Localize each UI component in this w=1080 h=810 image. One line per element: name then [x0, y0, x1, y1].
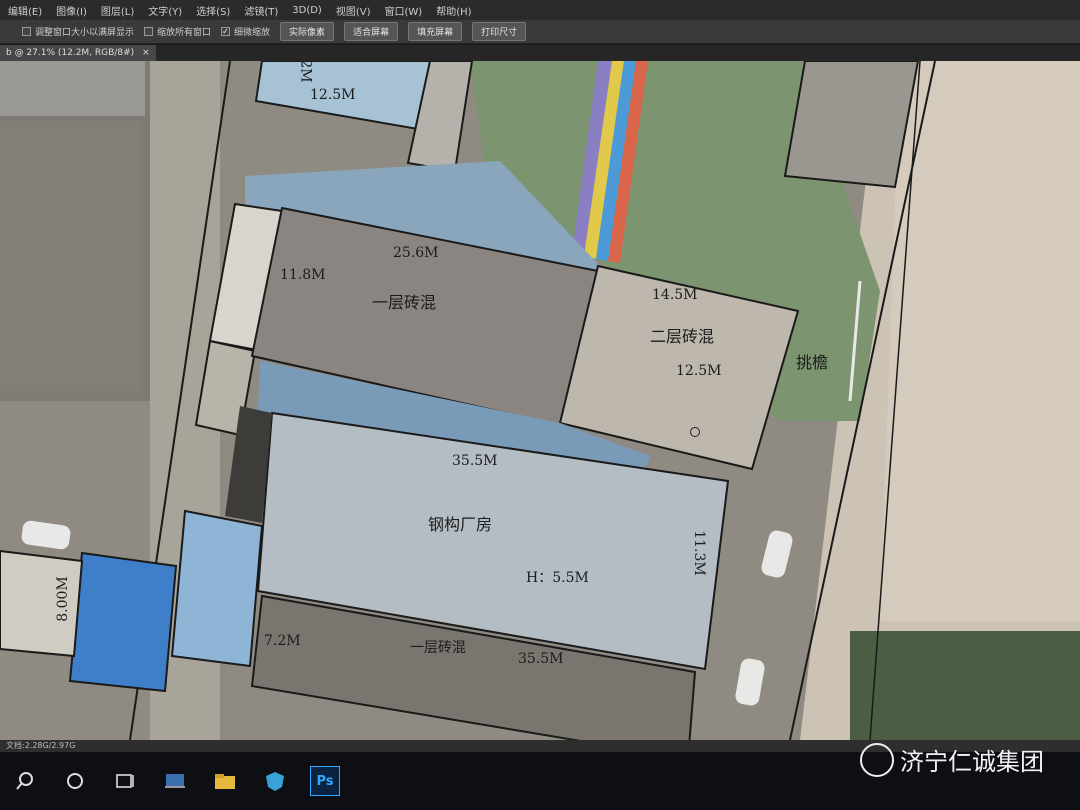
- print-size-button[interactable]: 打印尺寸: [472, 22, 527, 41]
- label-top-rotated: 2M: [297, 61, 314, 83]
- watermark: 济宁仁诚集团: [860, 742, 1044, 777]
- menu-help[interactable]: 帮助(H): [436, 3, 471, 18]
- label-steel-height: H：5.5M: [526, 570, 589, 586]
- doc-size-status: 文档:2.28G/2.97G: [6, 741, 76, 750]
- document-tab[interactable]: b @ 27.1% (12.2M, RGB/8#) ×: [0, 45, 156, 61]
- fit-screen-button[interactable]: 适合屏幕: [344, 22, 399, 41]
- menu-image[interactable]: 图像(I): [56, 3, 87, 18]
- menu-type[interactable]: 文字(Y): [148, 3, 182, 18]
- aerial-map: [0, 61, 1080, 740]
- document-title: b @ 27.1% (12.2M, RGB/8#): [6, 48, 135, 58]
- defender-icon[interactable]: [260, 766, 290, 796]
- options-bar: 调整窗口大小以满屏显示 缩放所有窗口 ✓ 细微缩放 实际像素 适合屏幕 填充屏幕…: [0, 20, 1080, 44]
- label-steel-type: 钢构厂房: [428, 515, 493, 534]
- menu-select[interactable]: 选择(S): [196, 3, 230, 18]
- checkbox-label: 缩放所有窗口: [157, 28, 212, 38]
- menu-3d[interactable]: 3D(D): [292, 5, 322, 16]
- label-building2-depth: 12.5M: [676, 363, 722, 379]
- menubar: 编辑(E) 图像(I) 图层(L) 文字(Y) 选择(S) 滤镜(T) 3D(D…: [0, 0, 1080, 20]
- label-building1-type: 一层砖混: [372, 293, 437, 312]
- close-icon[interactable]: ×: [142, 45, 150, 61]
- label-bottom-width: 35.5M: [518, 651, 564, 667]
- actual-pixels-button[interactable]: 实际像素: [280, 22, 335, 41]
- search-icon[interactable]: [10, 766, 40, 796]
- label-steel-depth: 11.3M: [690, 530, 707, 576]
- photoshop-icon[interactable]: Ps: [310, 766, 340, 796]
- label-eaves: 挑檐: [796, 353, 829, 372]
- menu-filter[interactable]: 滤镜(T): [244, 3, 278, 18]
- wechat-icon: [860, 742, 894, 777]
- fill-screen-button[interactable]: 填充屏幕: [408, 22, 463, 41]
- label-bottom-type: 一层砖混: [410, 640, 466, 656]
- label-bottom-depth: 7.2M: [264, 633, 301, 649]
- cortana-icon[interactable]: [60, 766, 90, 796]
- zoom-all-windows-checkbox[interactable]: 缩放所有窗口: [144, 25, 211, 38]
- watermark-text: 济宁仁诚集团: [900, 748, 1044, 776]
- label-building1-width: 25.6M: [393, 245, 439, 261]
- checkbox-label: 细微缩放: [234, 28, 271, 38]
- canvas-area[interactable]: 12.5M 2M 25.6M 11.8M 一层砖混 14.5M 二层砖混 12.…: [0, 61, 1080, 740]
- scrubby-zoom-checkbox[interactable]: ✓ 细微缩放: [221, 25, 270, 38]
- task-view-icon[interactable]: [110, 766, 140, 796]
- label-building2-width: 14.5M: [652, 287, 698, 303]
- label-left-depth: 8.00M: [54, 576, 71, 622]
- document-tabs: b @ 27.1% (12.2M, RGB/8#) ×: [0, 45, 1080, 61]
- checkmark-icon[interactable]: ✓: [221, 27, 231, 36]
- label-building1-depth: 11.8M: [280, 267, 326, 283]
- menu-window[interactable]: 窗口(W): [385, 3, 423, 18]
- label-top-width: 12.5M: [310, 87, 356, 103]
- checkbox-box[interactable]: [22, 27, 31, 36]
- menu-view[interactable]: 视图(V): [336, 3, 371, 18]
- resize-windows-checkbox[interactable]: 调整窗口大小以满屏显示: [22, 25, 134, 38]
- checkbox-label: 调整窗口大小以满屏显示: [35, 28, 135, 38]
- desktop-icon[interactable]: [160, 766, 190, 796]
- label-building2-type: 二层砖混: [650, 327, 715, 346]
- menu-edit[interactable]: 编辑(E): [8, 3, 42, 18]
- checkbox-box[interactable]: [144, 27, 154, 36]
- label-steel-width: 35.5M: [452, 453, 498, 469]
- zoom-cursor-icon: [690, 427, 700, 437]
- photoshop-label: Ps: [316, 773, 334, 789]
- file-explorer-icon[interactable]: [210, 766, 240, 796]
- menu-layer[interactable]: 图层(L): [101, 3, 134, 18]
